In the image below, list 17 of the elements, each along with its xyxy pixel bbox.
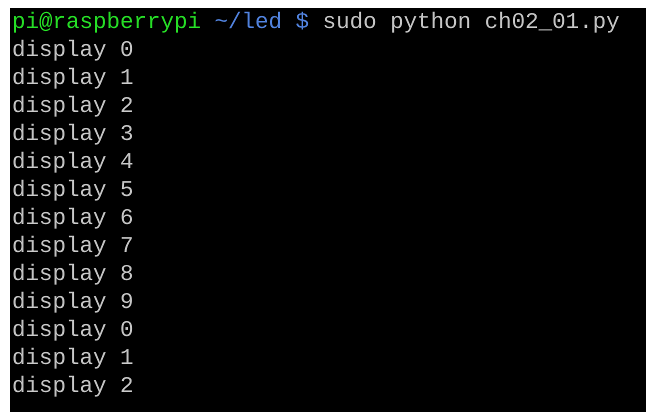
prompt-user-host: pi@raspberrypi bbox=[12, 8, 202, 36]
output-line: display 3 bbox=[12, 120, 134, 148]
output-line: display 1 bbox=[12, 344, 134, 372]
output-line: display 2 bbox=[12, 372, 134, 400]
output-line: display 1 bbox=[12, 64, 134, 92]
output-line: display 6 bbox=[12, 204, 134, 232]
output-line: display 4 bbox=[12, 148, 134, 176]
output-line: display 0 bbox=[12, 316, 134, 344]
output-line: display 0 bbox=[12, 36, 134, 64]
output-line: display 2 bbox=[12, 92, 134, 120]
prompt-path: ~/led bbox=[214, 8, 282, 36]
output-line: display 9 bbox=[12, 288, 134, 316]
prompt-symbol: $ bbox=[296, 8, 310, 36]
command-text: sudo python ch02_01.py bbox=[322, 8, 620, 36]
output-line: display 7 bbox=[12, 232, 134, 260]
output-line: display 5 bbox=[12, 176, 134, 204]
output-line: display 8 bbox=[12, 260, 134, 288]
